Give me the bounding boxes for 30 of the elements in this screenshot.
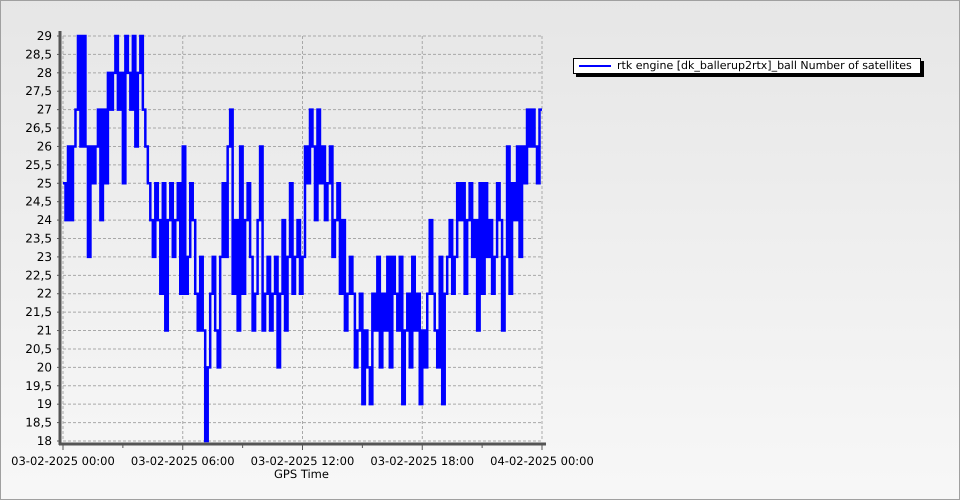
x-tick-label: 03-02-2025 00:00 bbox=[11, 454, 115, 468]
y-tick-label: 23,5 bbox=[25, 232, 52, 246]
x-tick-label: 04-02-2025 00:00 bbox=[490, 454, 594, 468]
x-tick-label: 03-02-2025 12:00 bbox=[250, 454, 354, 468]
y-tick-label: 19 bbox=[36, 397, 52, 412]
y-tick-label: 28 bbox=[36, 66, 52, 80]
y-tick-label: 21,5 bbox=[25, 305, 52, 320]
x-tick-label: 03-02-2025 06:00 bbox=[130, 454, 235, 468]
y-tick-label: 23 bbox=[36, 250, 52, 264]
y-tick-label: 19,5 bbox=[25, 378, 52, 393]
legend-label: rtk engine [dk_ballerup2rtx]_ball Number of satellites bbox=[617, 59, 912, 73]
y-tick-label: 26 bbox=[36, 139, 52, 154]
y-tick-label: 27,5 bbox=[25, 84, 52, 98]
y-tick-label: 22,5 bbox=[25, 268, 52, 282]
y-tick-label: 29 bbox=[36, 29, 52, 43]
y-tick-label: 18,5 bbox=[25, 416, 52, 430]
y-tick-label: 24 bbox=[36, 213, 52, 228]
y-tick-label: 20 bbox=[36, 360, 52, 374]
y-tick-label: 20,5 bbox=[25, 342, 52, 356]
y-tick-label: 27 bbox=[36, 102, 52, 117]
y-tick-label: 18 bbox=[36, 434, 52, 448]
y-tick-label: 21 bbox=[36, 324, 52, 338]
y-tick-label: 28,5 bbox=[25, 47, 52, 62]
y-tick-label: 26,5 bbox=[25, 121, 52, 136]
axis-title: GPS Time bbox=[274, 467, 329, 481]
y-tick-label: 24,5 bbox=[25, 194, 52, 209]
y-tick-label: 25,5 bbox=[25, 158, 52, 172]
y-tick-label: 25 bbox=[36, 176, 52, 190]
x-tick-label: 03-02-2025 18:00 bbox=[370, 454, 474, 468]
y-tick-label: 22 bbox=[36, 286, 52, 301]
